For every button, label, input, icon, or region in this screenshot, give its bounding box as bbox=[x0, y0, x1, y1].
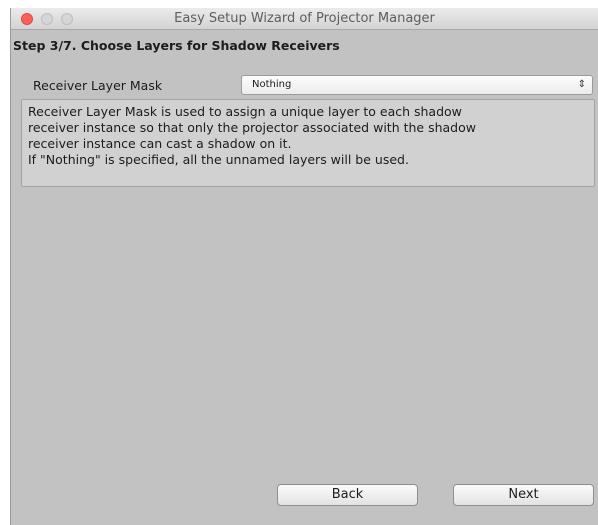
window-title: Easy Setup Wizard of Projector Manager bbox=[174, 11, 435, 26]
back-button[interactable]: Back bbox=[277, 484, 418, 506]
receiver-layer-mask-dropdown[interactable]: Nothing ⇕ bbox=[241, 75, 593, 95]
step-title: Step 3/7. Choose Layers for Shadow Recei… bbox=[13, 38, 340, 53]
help-line: Receiver Layer Mask is used to assign a … bbox=[28, 104, 462, 119]
title-bar[interactable]: Easy Setup Wizard of Projector Manager bbox=[11, 8, 598, 30]
dropdown-arrows-icon: ⇕ bbox=[577, 79, 586, 90]
help-line: receiver instance can cast a shadow on i… bbox=[28, 136, 292, 151]
help-line: If "Nothing" is specified, all the unnam… bbox=[28, 152, 409, 167]
help-line: receiver instance so that only the proje… bbox=[28, 120, 476, 135]
wizard-window: Easy Setup Wizard of Projector Manager S… bbox=[10, 8, 598, 525]
receiver-layer-mask-value: Nothing bbox=[252, 79, 292, 90]
receiver-layer-mask-label: Receiver Layer Mask bbox=[33, 78, 163, 93]
help-box: Receiver Layer Mask is used to assign a … bbox=[21, 99, 595, 187]
next-button[interactable]: Next bbox=[453, 484, 594, 506]
